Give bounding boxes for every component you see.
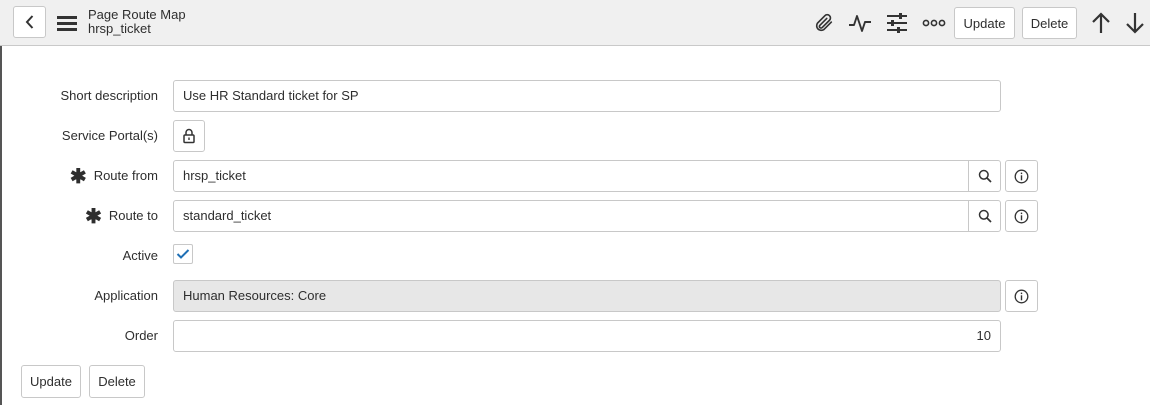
short-description-label: Short description	[60, 88, 158, 103]
required-asterisk-icon: ✱	[85, 206, 102, 228]
application-label: Application	[94, 288, 158, 303]
form-title: Page Route Map	[88, 7, 186, 22]
more-dots-icon	[922, 19, 946, 27]
previous-record-button[interactable]	[1088, 10, 1114, 36]
route-to-label: Route to	[108, 208, 158, 223]
info-icon	[1014, 289, 1029, 303]
route-to-input[interactable]: standard_ticket	[173, 200, 969, 232]
form-header: Page Route Map hrsp_ticket Update Delete	[0, 0, 1150, 46]
attachment-button[interactable]	[811, 10, 837, 36]
route-from-label: Route from	[93, 168, 158, 183]
application-info-button[interactable]	[1005, 280, 1038, 312]
active-checkbox[interactable]	[173, 244, 193, 264]
search-icon	[978, 169, 992, 183]
footer-update-button[interactable]: Update	[21, 365, 81, 398]
route-to-lookup-button[interactable]	[968, 200, 1001, 232]
required-asterisk-icon: ✱	[69, 166, 87, 188]
order-input[interactable]: 10	[173, 320, 1001, 352]
hamburger-menu-icon	[57, 16, 77, 31]
context-menu-button[interactable]	[55, 11, 79, 35]
info-icon	[1014, 169, 1029, 183]
arrow-up-icon	[1092, 12, 1110, 33]
footer-delete-button[interactable]: Delete	[89, 365, 145, 398]
paperclip-icon	[815, 13, 833, 32]
route-from-lookup-button[interactable]	[968, 160, 1001, 192]
search-icon	[978, 209, 992, 223]
info-icon	[1014, 209, 1029, 223]
personalize-form-button[interactable]	[884, 10, 910, 36]
order-label: Order	[124, 328, 158, 343]
application-field: Human Resources: Core	[173, 280, 1001, 312]
arrow-down-icon	[1126, 13, 1144, 34]
window-edge	[0, 46, 2, 405]
sliders-icon	[887, 13, 907, 33]
record-name: hrsp_ticket	[88, 21, 151, 36]
header-delete-button[interactable]: Delete	[1022, 7, 1077, 39]
short-description-input[interactable]: Use HR Standard ticket for SP	[173, 80, 1001, 112]
route-from-input[interactable]: hrsp_ticket	[173, 160, 969, 192]
route-to-info-button[interactable]	[1005, 200, 1038, 232]
route-to-label-row: ✱ Route to	[20, 206, 158, 228]
service-portals-label: Service Portal(s)	[61, 128, 158, 143]
route-from-label-row: ✱ Route from	[20, 166, 158, 188]
route-from-info-button[interactable]	[1005, 160, 1038, 192]
lock-icon	[183, 128, 195, 144]
active-label: Active	[122, 248, 158, 263]
unlock-service-portals-button[interactable]	[173, 120, 205, 152]
activity-pulse-icon	[849, 15, 871, 32]
chevron-left-icon	[25, 15, 33, 29]
activity-stream-button[interactable]	[847, 10, 873, 36]
more-options-button[interactable]	[921, 10, 947, 36]
next-record-button[interactable]	[1122, 10, 1148, 36]
checkmark-icon	[176, 249, 190, 259]
back-button[interactable]	[13, 6, 46, 38]
header-update-button[interactable]: Update	[954, 7, 1015, 39]
